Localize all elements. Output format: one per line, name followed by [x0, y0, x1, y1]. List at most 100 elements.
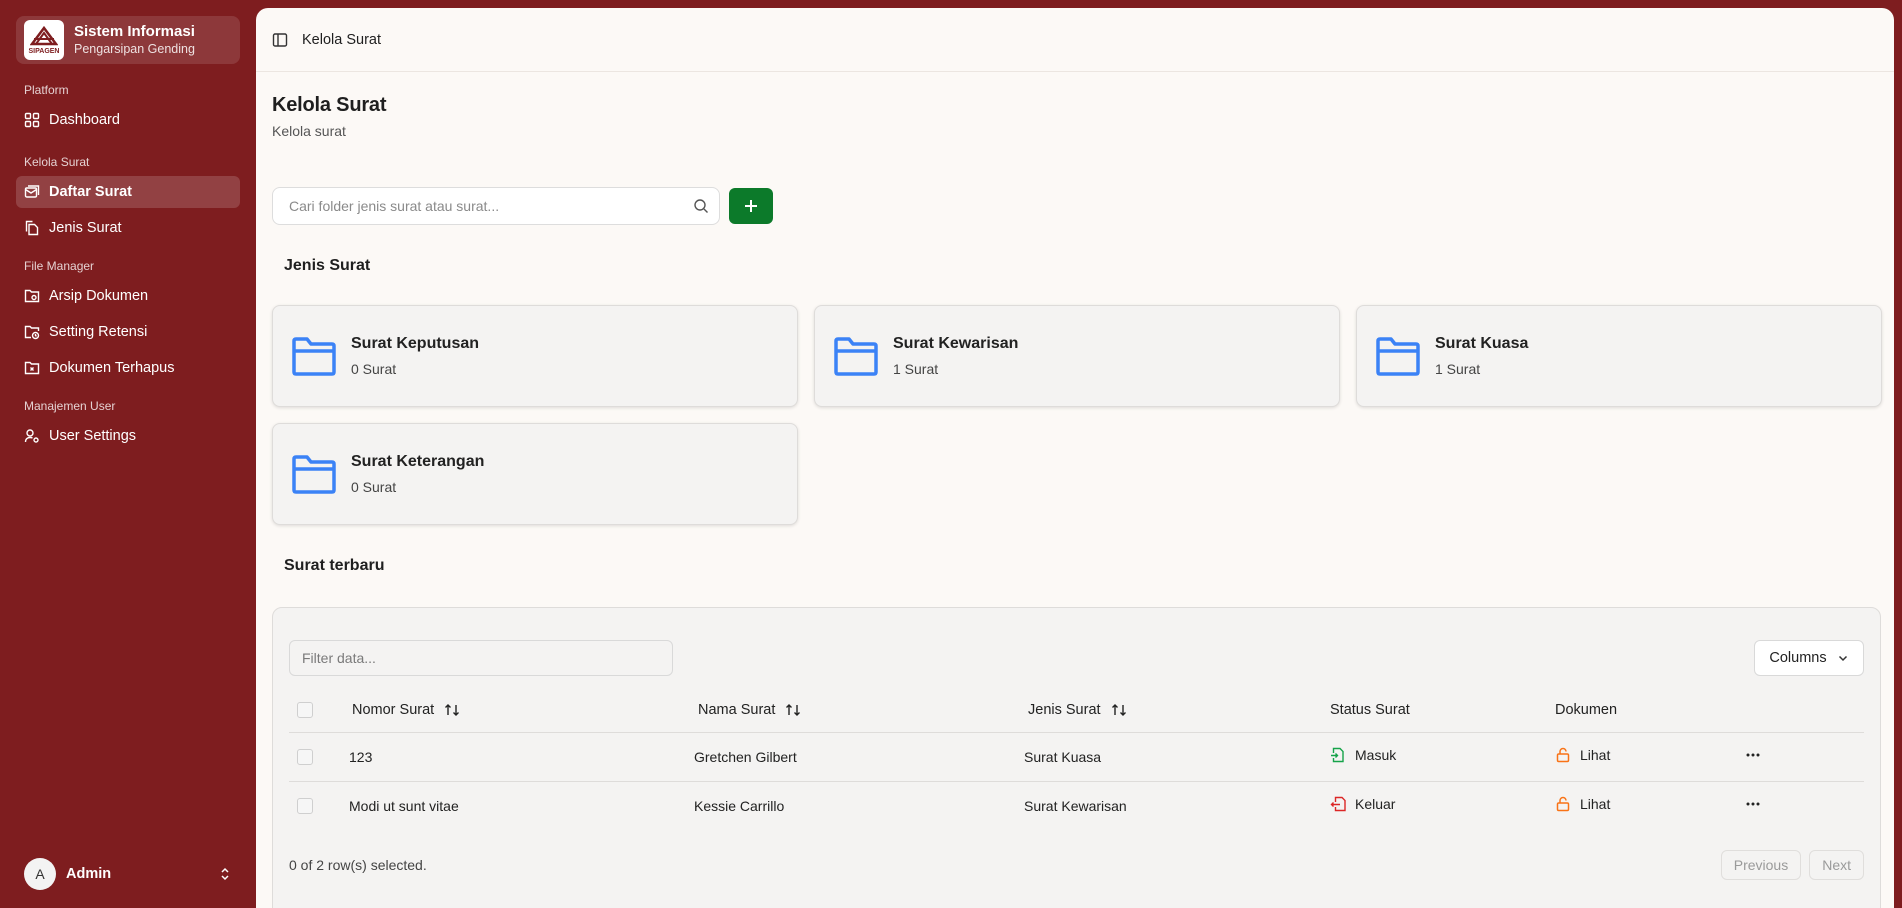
nav-group-manajemen-user: Manajemen User User Settings [16, 396, 240, 452]
nav-group-kelola-surat: Kelola Surat Daftar Surat Jenis Surat [16, 152, 240, 244]
sidebar-item-dokumen-terhapus[interactable]: Dokumen Terhapus [16, 352, 240, 384]
row-checkbox[interactable] [297, 798, 313, 815]
sidebar-item-daftar-surat[interactable]: Daftar Surat [16, 176, 240, 208]
lock-open-icon [1556, 747, 1570, 763]
sidebar-item-label: Dokumen Terhapus [49, 360, 175, 376]
folder-icon [292, 337, 336, 376]
filter-input[interactable] [289, 640, 673, 676]
folder-count: 1 Surat [1435, 361, 1481, 377]
sort-jenis-surat[interactable]: Jenis Surat [1024, 702, 1127, 718]
search-icon [694, 199, 708, 213]
pagination: Previous Next [1720, 850, 1864, 880]
surat-table: Nomor Surat Nama Surat Jenis Surat Statu… [289, 688, 1864, 830]
sidebar-toggle-icon[interactable] [272, 32, 288, 48]
sidebar-item-label: Setting Retensi [49, 324, 148, 340]
sort-icon [786, 703, 801, 716]
folder-name: Surat Keterangan [351, 453, 485, 470]
more-horizontal-icon [1746, 802, 1760, 806]
previous-button[interactable]: Previous [1720, 850, 1802, 880]
brand-subtitle: Pengarsipan Gending [74, 42, 195, 56]
row-checkbox[interactable] [297, 749, 313, 766]
chevron-down-icon [1838, 655, 1847, 662]
lihat-dokumen-link[interactable]: Lihat [1555, 747, 1610, 763]
sidebar-item-user-settings[interactable]: User Settings [16, 420, 240, 452]
columns-button[interactable]: Columns [1754, 640, 1864, 676]
sidebar-item-label: Dashboard [49, 112, 120, 128]
header-dokumen: Dokumen [1555, 688, 1745, 733]
lihat-dokumen-link[interactable]: Lihat [1555, 796, 1610, 812]
search-row [272, 187, 1878, 225]
jenis-surat-heading: Jenis Surat [284, 257, 371, 274]
header-status-surat: Status Surat [1330, 688, 1555, 733]
folder-card[interactable]: Surat Keputusan 0 Surat [272, 305, 798, 407]
mail-list-icon [24, 185, 40, 198]
cell-nama: Gretchen Gilbert [694, 732, 1024, 782]
chevrons-up-down-icon [221, 867, 229, 881]
sidebar-item-label: Daftar Surat [49, 184, 132, 200]
brand-header[interactable]: SIPAGEN Sistem Informasi Pengarsipan Gen… [16, 16, 240, 64]
surat-terbaru-heading: Surat terbaru [284, 557, 385, 574]
cell-jenis: Surat Kuasa [1024, 732, 1330, 782]
row-actions-button[interactable] [1745, 747, 1761, 763]
file-output-icon [1330, 797, 1346, 812]
lihat-label: Lihat [1580, 747, 1611, 763]
recent-table-card: Columns Nomor Surat [272, 607, 1881, 908]
sidebar-item-arsip-dokumen[interactable]: Arsip Dokumen [16, 280, 240, 312]
sort-nomor-surat[interactable]: Nomor Surat [349, 702, 460, 718]
avatar: A [24, 858, 56, 890]
add-button[interactable] [729, 188, 773, 224]
brand-title: Sistem Informasi [74, 23, 195, 40]
sipagen-logo: SIPAGEN [24, 20, 64, 60]
search-input[interactable] [289, 198, 693, 214]
main-panel: Kelola Surat Kelola Surat Kelola surat J… [256, 8, 1894, 908]
lock-open-icon [1556, 797, 1570, 812]
folder-card[interactable]: Surat Keterangan 0 Surat [272, 423, 798, 525]
plus-icon [745, 200, 757, 212]
sort-icon [445, 703, 460, 716]
sort-nama-surat[interactable]: Nama Surat [694, 702, 801, 718]
file-input-icon [1331, 747, 1344, 763]
sidebar: SIPAGEN Sistem Informasi Pengarsipan Gen… [0, 0, 256, 908]
status-text: Masuk [1355, 747, 1397, 763]
select-all-checkbox[interactable] [297, 701, 313, 718]
header-nomor-surat: Nomor Surat [352, 701, 435, 718]
folder-count: 0 Surat [351, 361, 397, 377]
cell-nomor: 123 [349, 732, 694, 782]
user-menu[interactable]: A Admin [16, 854, 240, 894]
more-horizontal-icon [1746, 753, 1760, 757]
folder-card[interactable]: Surat Kewarisan 1 Surat [814, 305, 1340, 407]
status-badge: Masuk [1330, 747, 1396, 763]
folder-clock-icon [24, 325, 40, 340]
user-cog-icon [24, 429, 39, 443]
sidebar-item-jenis-surat[interactable]: Jenis Surat [16, 212, 240, 244]
search-box [272, 187, 720, 225]
folder-archive-icon [24, 289, 40, 303]
table-footer: 0 of 2 row(s) selected. Previous Next [289, 850, 1864, 880]
folder-x-icon [24, 361, 40, 375]
header-jenis-surat: Jenis Surat [1028, 701, 1101, 718]
row-actions-button[interactable] [1745, 796, 1761, 812]
logo-text: SIPAGEN [28, 48, 60, 55]
sidebar-item-label: Jenis Surat [49, 220, 122, 236]
user-name: Admin [66, 866, 112, 882]
group-label-manajemen-user: Manajemen User [24, 399, 116, 413]
group-label-file-manager: File Manager [24, 259, 95, 273]
sort-icon [1111, 703, 1126, 716]
header-nama-surat: Nama Surat [698, 701, 776, 718]
nav-group-file-manager: File Manager Arsip Dokumen Setting Reten… [16, 256, 240, 384]
cell-nomor: Modi ut sunt vitae [349, 797, 459, 814]
folder-icon [834, 337, 878, 376]
status-badge: Keluar [1330, 796, 1395, 812]
nav-group-platform: Platform Dashboard [16, 80, 240, 136]
folder-card[interactable]: Surat Kuasa 1 Surat [1356, 305, 1882, 407]
sidebar-item-setting-retensi[interactable]: Setting Retensi [16, 316, 240, 348]
sidebar-item-dashboard[interactable]: Dashboard [16, 104, 240, 136]
status-text: Keluar [1355, 796, 1396, 813]
next-button[interactable]: Next [1809, 850, 1864, 880]
page-title: Kelola Surat [272, 94, 387, 116]
folder-grid: Surat Keputusan 0 Surat Surat Kewarisan … [272, 305, 1882, 525]
selection-count: 0 of 2 row(s) selected. [289, 857, 427, 873]
table-row: Modi ut sunt vitae Kessie Carrillo Surat… [289, 781, 1864, 830]
folder-name: Surat Keputusan [351, 335, 480, 352]
folder-icon [292, 455, 336, 494]
